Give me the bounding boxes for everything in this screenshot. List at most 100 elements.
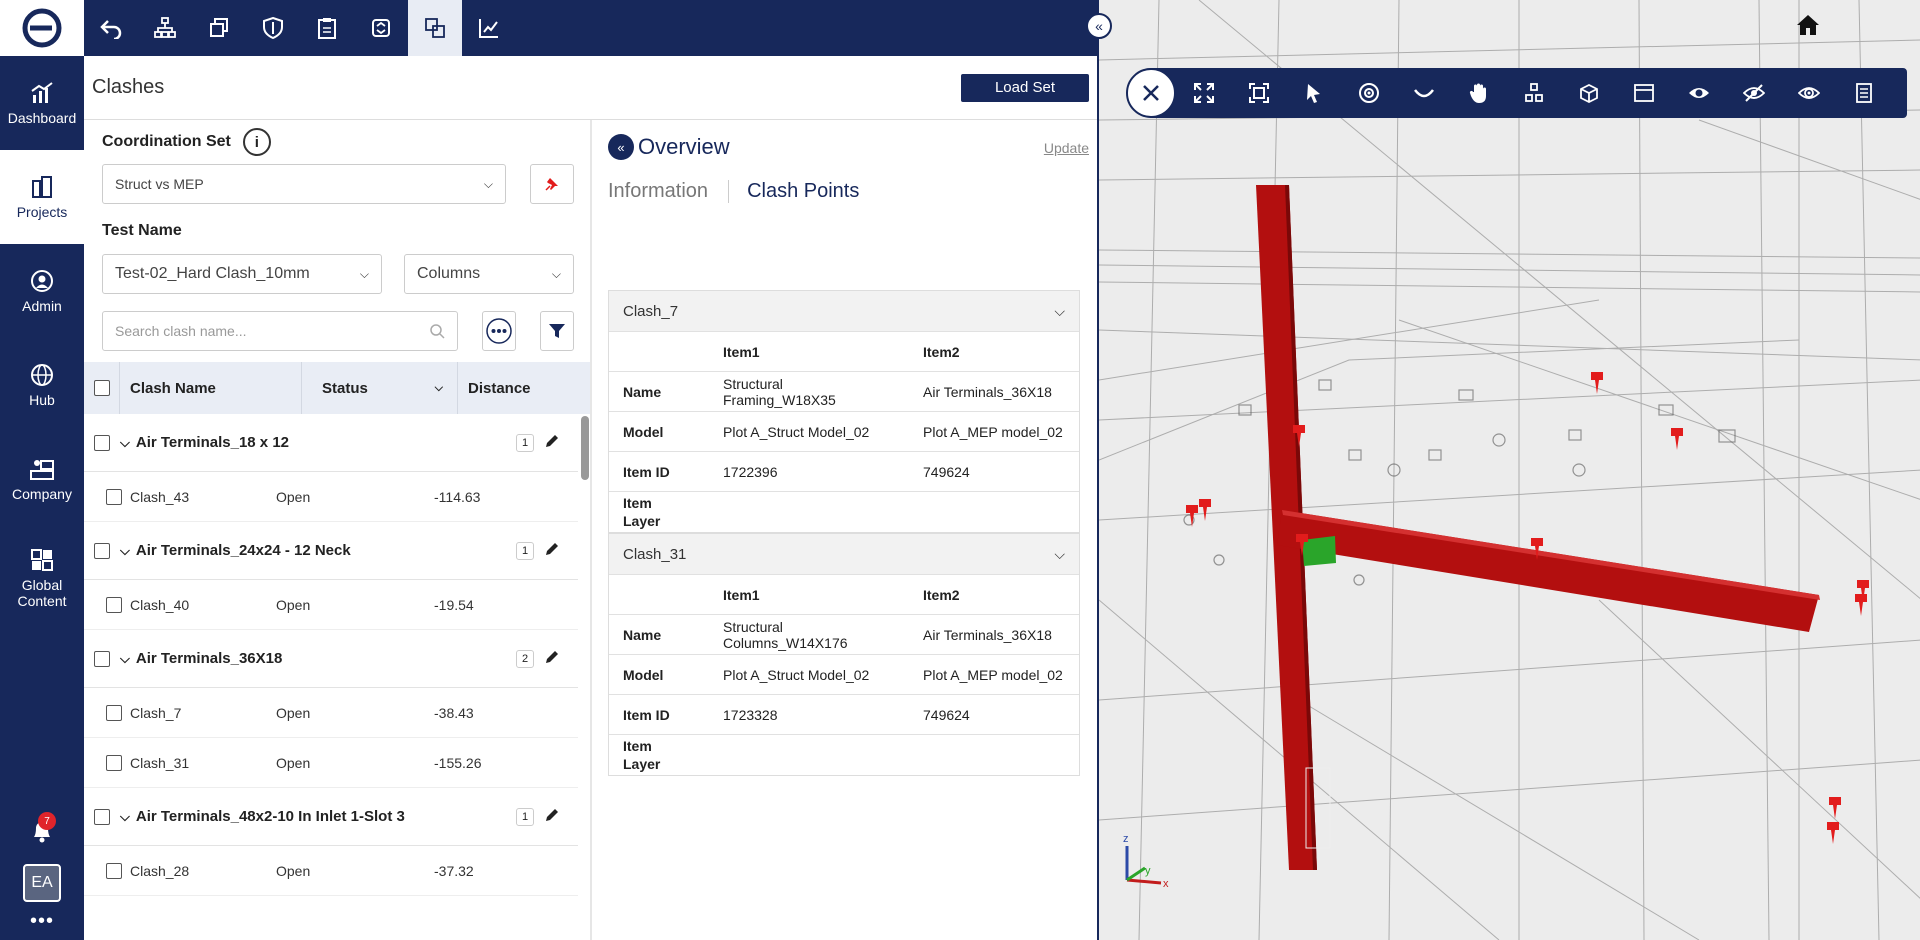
chevron-down-icon[interactable]: ⌵ xyxy=(1054,303,1065,320)
chevron-down-icon[interactable]: ⌵ xyxy=(1054,546,1065,563)
fit-view-button[interactable] xyxy=(1231,68,1286,118)
pencil-icon[interactable] xyxy=(544,433,560,453)
row-label-name: Name xyxy=(609,614,709,655)
filter-button[interactable] xyxy=(540,311,574,351)
nav-global-content[interactable]: Global Content xyxy=(0,526,84,630)
clash-group-row[interactable]: ⌵ Air Terminals_24x24 - 12 Neck 1 xyxy=(84,522,578,580)
home-view-button[interactable] xyxy=(1796,14,1820,41)
group-checkbox[interactable] xyxy=(94,808,110,825)
copy-button[interactable] xyxy=(192,0,246,56)
pencil-icon[interactable] xyxy=(544,807,560,827)
tab-information[interactable]: Information xyxy=(608,180,728,203)
header-distance[interactable]: Distance xyxy=(458,362,590,414)
card-header[interactable]: Clash_7 ⌵ xyxy=(609,291,1079,331)
properties-button[interactable] xyxy=(1836,68,1891,118)
chevron-down-icon[interactable]: ⌵ xyxy=(120,543,130,559)
clash-group-row[interactable]: ⌵ Air Terminals_18 x 12 1 xyxy=(84,414,578,472)
clash-checkbox[interactable] xyxy=(106,754,122,771)
back-button[interactable] xyxy=(84,0,138,56)
list-scrollbar[interactable] xyxy=(581,416,589,480)
model-viewer[interactable]: z y x xyxy=(1097,0,1920,940)
fullscreen-button[interactable] xyxy=(1176,68,1231,118)
tab-clash-points[interactable]: Clash Points xyxy=(728,180,879,203)
clash-group-row[interactable]: ⌵ Air Terminals_48x2-10 In Inlet 1-Slot 3… xyxy=(84,788,578,846)
clash-checkbox[interactable] xyxy=(106,704,122,721)
chevron-down-icon[interactable]: ⌵ xyxy=(120,809,130,825)
clash-group-row[interactable]: ⌵ Air Terminals_36X18 2 xyxy=(84,630,578,688)
nav-hub[interactable]: Hub xyxy=(0,338,84,432)
header-status[interactable]: Status ⌵ xyxy=(302,362,458,414)
item1-layer xyxy=(709,734,909,775)
app-logo[interactable] xyxy=(0,0,84,56)
pencil-icon[interactable] xyxy=(544,541,560,561)
nav-admin[interactable]: Admin xyxy=(0,244,84,338)
nav-dashboard[interactable]: Dashboard xyxy=(0,56,84,150)
clash-checkbox[interactable] xyxy=(106,862,122,879)
collapse-panel-button[interactable]: « xyxy=(1086,13,1112,39)
chart-edit-button[interactable] xyxy=(462,0,516,56)
chevron-down-icon[interactable]: ⌵ xyxy=(435,382,443,395)
sync-button[interactable] xyxy=(354,0,408,56)
isolate-button[interactable] xyxy=(1781,68,1836,118)
clash-row[interactable]: Clash_43 Open -114.63 xyxy=(84,472,578,522)
group-checkbox[interactable] xyxy=(94,542,110,559)
globe-icon xyxy=(29,362,55,388)
card-header[interactable]: Clash_31 ⌵ xyxy=(609,534,1079,574)
clash-button[interactable] xyxy=(408,0,462,56)
coordination-set-select[interactable]: Struct vs MEP ⌵ xyxy=(102,164,506,204)
search-input[interactable]: Search clash name... xyxy=(102,311,458,351)
nav-admin-label: Admin xyxy=(22,298,62,314)
fit-icon xyxy=(1248,83,1269,103)
axis-z-label: z xyxy=(1123,833,1129,845)
clash-row[interactable]: Clash_28 Open -37.32 xyxy=(84,846,578,896)
notifications-button[interactable]: 7 xyxy=(0,806,84,856)
explode-tool-button[interactable] xyxy=(1506,68,1561,118)
nav-company-label: Company xyxy=(12,486,72,502)
clash-name: Clash_28 xyxy=(130,862,190,879)
shield-button[interactable] xyxy=(246,0,300,56)
more-options-button[interactable] xyxy=(482,311,516,351)
avatar[interactable]: EA xyxy=(23,864,61,902)
show-all-button[interactable] xyxy=(1671,68,1726,118)
nav-hub-label: Hub xyxy=(29,392,55,408)
section-box-button[interactable] xyxy=(1561,68,1616,118)
group-checkbox[interactable] xyxy=(94,650,110,667)
hierarchy-button[interactable] xyxy=(138,0,192,56)
pin-button[interactable] xyxy=(530,164,574,204)
hide-button[interactable] xyxy=(1726,68,1781,118)
test-name-select[interactable]: Test-02_Hard Clash_10mm ⌵ xyxy=(102,254,382,294)
clash-row[interactable]: Clash_40 Open -19.54 xyxy=(84,580,578,630)
columns-select[interactable]: Columns ⌵ xyxy=(404,254,574,294)
clash-row[interactable]: Clash_31 Open -155.26 xyxy=(84,738,578,788)
chevron-down-icon[interactable]: ⌵ xyxy=(120,435,130,451)
group-checkbox[interactable] xyxy=(94,434,110,451)
look-tool-button[interactable] xyxy=(1396,68,1451,118)
nav-projects[interactable]: Projects xyxy=(0,150,84,244)
overview-title: Overview xyxy=(638,134,730,159)
chevron-down-icon[interactable]: ⌵ xyxy=(120,651,130,667)
clash-group-row[interactable]: ⌵Duct Fittings_1 W1 xyxy=(84,896,578,914)
update-link[interactable]: Update xyxy=(1044,140,1089,156)
section-plane-button[interactable] xyxy=(1616,68,1671,118)
header-clash-name[interactable]: Clash Name xyxy=(120,362,302,414)
nav-company[interactable]: Company xyxy=(0,432,84,526)
info-icon[interactable]: i xyxy=(242,128,271,156)
pan-tool-button[interactable] xyxy=(1451,68,1506,118)
collapse-overview-icon[interactable]: « xyxy=(608,134,634,160)
load-set-button[interactable]: Load Set xyxy=(960,73,1089,102)
close-viewer-button[interactable] xyxy=(1126,68,1176,118)
clash-icon xyxy=(425,18,445,38)
more-menu-button[interactable]: ••• xyxy=(0,910,84,940)
select-tool-button[interactable] xyxy=(1286,68,1341,118)
select-all-checkbox[interactable] xyxy=(93,380,110,396)
clash-checkbox[interactable] xyxy=(106,596,122,613)
rfi-button[interactable] xyxy=(300,0,354,56)
model-canvas[interactable]: z y x xyxy=(1099,0,1920,940)
clash-checkbox[interactable] xyxy=(106,488,122,505)
clash-detail-card: Clash_31 ⌵ Item1 Item2 Name Structural Column… xyxy=(608,533,1080,776)
clash-row[interactable]: Clash_7 Open -38.43 xyxy=(84,688,578,738)
group-checkbox-cell xyxy=(84,434,120,451)
orbit-tool-button[interactable] xyxy=(1341,68,1396,118)
group-name: Air Terminals_18 x 12 xyxy=(135,434,290,451)
pencil-icon[interactable] xyxy=(544,649,560,669)
